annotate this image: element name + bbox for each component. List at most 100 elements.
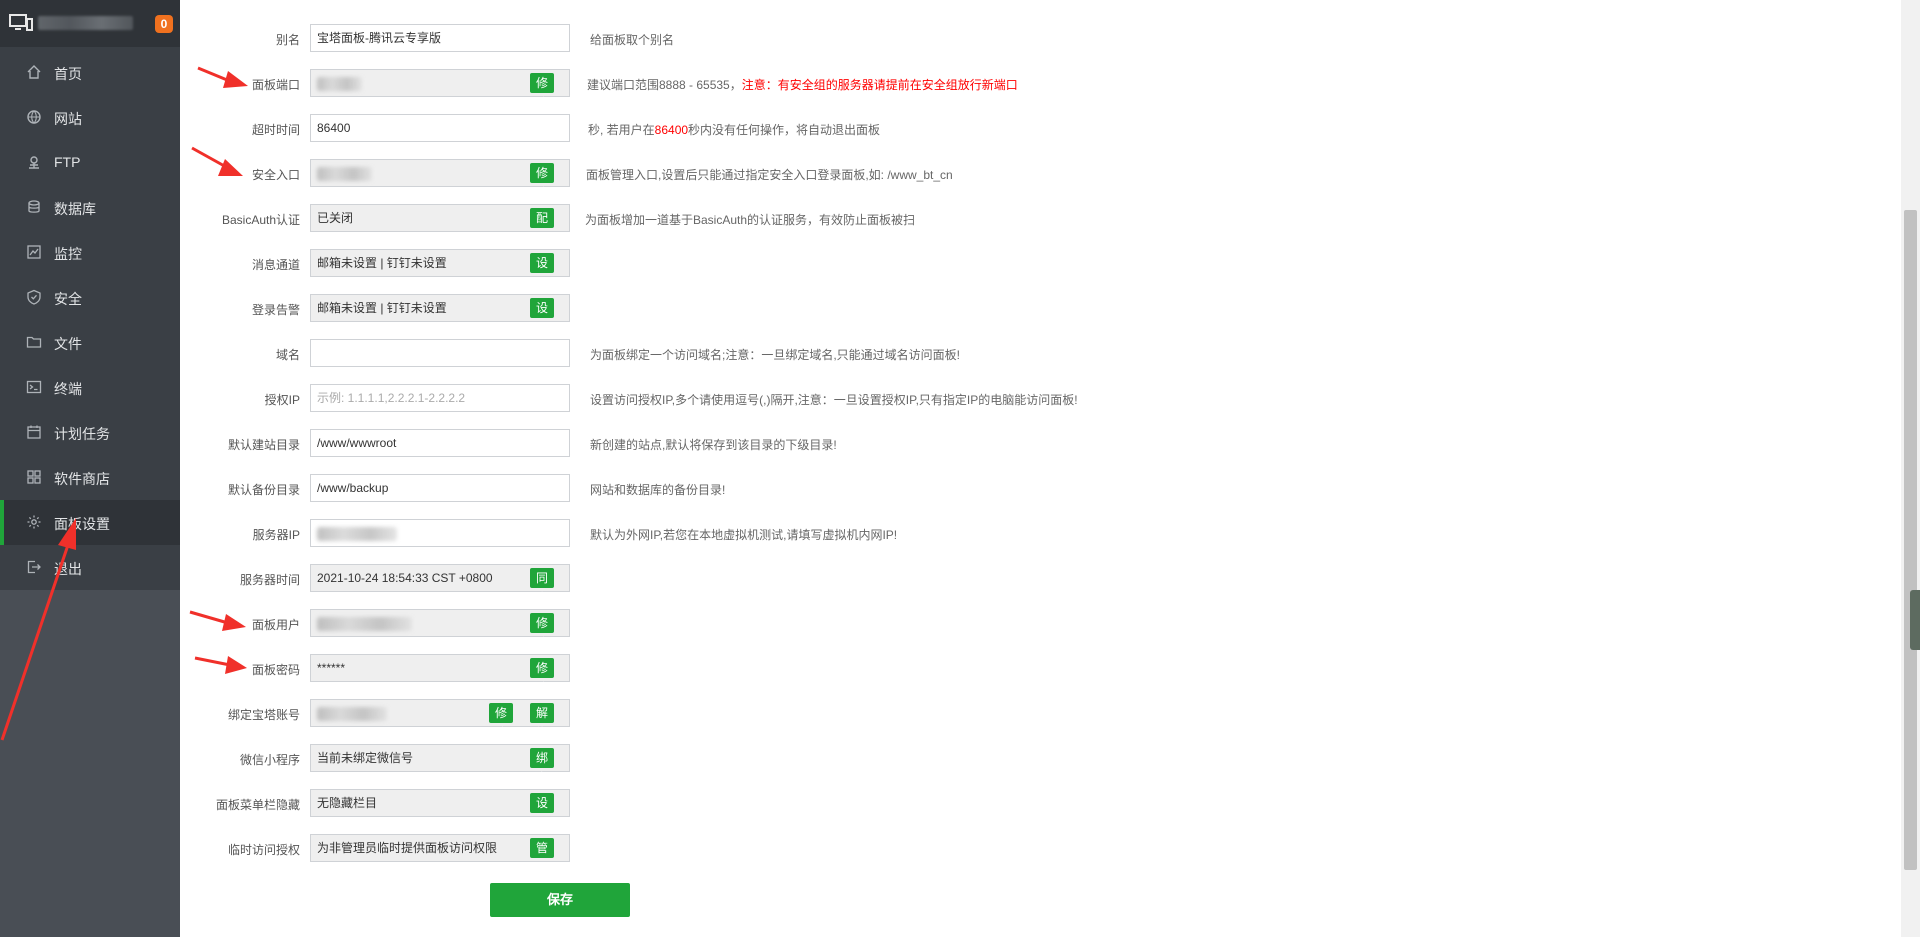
sidebar-header: 0 <box>0 0 180 47</box>
backup-dir-input[interactable]: /www/backup <box>310 474 570 502</box>
nav-label: FTP <box>54 154 81 170</box>
message-set-button[interactable]: 设置 <box>530 253 555 290</box>
desc-port-warning: 注意：有安全组的服务器请提前在安全组放行新端口 <box>741 78 1018 92</box>
logout-icon <box>26 559 44 577</box>
notification-badge[interactable]: 0 <box>155 15 173 33</box>
nav-app-store[interactable]: 软件商店 <box>0 455 180 500</box>
nav-files[interactable]: 文件 <box>0 320 180 365</box>
terminal-icon <box>26 379 44 397</box>
label-timeout: 超时时间 <box>251 123 300 137</box>
label-entry: 安全入口 <box>251 168 300 182</box>
vertical-scrollbar[interactable] <box>1901 0 1920 937</box>
apps-icon <box>26 469 44 487</box>
floating-side-widget[interactable] <box>1910 590 1920 650</box>
desc-timeout-num: 86400 <box>654 123 689 137</box>
desc-auth-ip: 设置访问授权IP,多个请使用逗号(,)隔开,注意：一旦设置授权IP,只有指定IP… <box>590 393 1078 407</box>
nav-label: 退出 <box>54 561 82 577</box>
port-edit-button[interactable]: 修改 <box>530 73 555 110</box>
wechat-bind-button[interactable]: 绑定 <box>530 748 555 785</box>
panel-pass-edit-button[interactable]: 修改 <box>530 658 555 695</box>
monitor-logo-icon <box>9 14 33 31</box>
nav-label: 计划任务 <box>54 426 110 442</box>
nav-terminal[interactable]: 终端 <box>0 365 180 410</box>
nav-label: 首页 <box>54 66 82 82</box>
home-icon <box>26 64 44 82</box>
login-alert-set-button[interactable]: 设置 <box>530 298 555 335</box>
label-auth-ip: 授权IP <box>264 393 300 407</box>
desc-basicauth: 为面板增加一道基于BasicAuth的认证服务，有效防止面板被扫 <box>585 213 916 227</box>
label-login-alert: 登录告警 <box>251 303 300 317</box>
save-button[interactable]: 保存 <box>490 883 630 917</box>
auth-ip-input[interactable]: 示例: 1.1.1.1,2.2.2.1-2.2.2.2 <box>310 384 570 412</box>
label-server-time: 服务器时间 <box>239 573 300 587</box>
label-backup-dir: 默认备份目录 <box>227 483 300 497</box>
desc-port-text: 建议端口范围8888 - 65535， <box>587 78 742 92</box>
nav-label: 数据库 <box>54 201 96 217</box>
panel-settings-form: 别名 宝塔面板-腾讯云专享版 给面板取个别名 面板端口 修改 建议端口范围888… <box>180 0 1920 937</box>
temp-access-manage-button[interactable]: 管理 <box>530 838 555 875</box>
nav-label: 终端 <box>54 381 82 397</box>
desc-site-dir: 新创建的站点,默认将保存到该目录的下级目录! <box>590 438 837 452</box>
entry-edit-button[interactable]: 修改 <box>530 163 555 200</box>
timeout-input[interactable]: 86400 <box>310 114 570 142</box>
nav-label: 监控 <box>54 246 82 262</box>
nav-label: 软件商店 <box>54 471 110 487</box>
label-port: 面板端口 <box>251 78 300 92</box>
bt-account-unbind-button[interactable]: 解绑 <box>530 703 555 740</box>
nav-logout[interactable]: 退出 <box>0 545 180 590</box>
desc-alias: 给面板取个别名 <box>590 33 675 47</box>
alias-input[interactable]: 宝塔面板-腾讯云专享版 <box>310 24 570 52</box>
label-message: 消息通道 <box>251 258 300 272</box>
nav-label: 文件 <box>54 336 82 352</box>
desc-timeout: 秒, 若用户在86400秒内没有任何操作，将自动退出面板 <box>588 121 880 138</box>
nav-cron[interactable]: 计划任务 <box>0 410 180 455</box>
server-ip-redacted <box>317 526 397 541</box>
bt-account-edit-button[interactable]: 修改 <box>489 703 514 740</box>
menu-hide-set-button[interactable]: 设置 <box>530 793 555 830</box>
nav-monitor[interactable]: 监控 <box>0 230 180 275</box>
basicauth-config-button[interactable]: 配置 <box>530 208 555 245</box>
calendar-icon <box>26 424 44 442</box>
scrollbar-thumb[interactable] <box>1904 210 1917 870</box>
desc-backup-dir: 网站和数据库的备份目录! <box>590 483 726 497</box>
server-ip-input[interactable] <box>310 519 570 547</box>
nav-database[interactable]: 数据库 <box>0 185 180 230</box>
nav-label: 面板设置 <box>54 516 110 532</box>
desc-entry: 面板管理入口,设置后只能通过指定安全入口登录面板,如: /www_bt_cn <box>586 168 953 182</box>
server-time-sync-button[interactable]: 同步 <box>530 568 555 605</box>
ftp-icon <box>26 154 44 172</box>
gear-icon <box>26 514 44 532</box>
domain-input[interactable] <box>310 339 570 367</box>
label-site-dir: 默认建站目录 <box>227 438 300 452</box>
monitor-icon <box>26 244 44 262</box>
nav-label: 网站 <box>54 111 82 127</box>
label-alias: 别名 <box>275 33 300 47</box>
nav-label: 安全 <box>54 291 82 307</box>
folder-icon <box>26 334 44 352</box>
nav-ftp[interactable]: FTP <box>0 140 180 185</box>
label-panel-pass: 面板密码 <box>251 663 300 677</box>
desc-server-ip: 默认为外网IP,若您在本地虚拟机测试,请填写虚拟机内网IP! <box>590 528 898 542</box>
desc-port: 建议端口范围8888 - 65535，注意：有安全组的服务器请提前在安全组放行新… <box>587 76 1018 93</box>
label-panel-user: 面板用户 <box>251 618 300 632</box>
bt-account-redacted <box>317 706 387 721</box>
nav-home[interactable]: 首页 <box>0 50 180 95</box>
label-domain: 域名 <box>275 348 300 362</box>
label-server-ip: 服务器IP <box>252 528 300 542</box>
panel-user-edit-button[interactable]: 修改 <box>530 613 555 650</box>
port-redacted <box>317 76 362 91</box>
label-basicauth: BasicAuth认证 <box>221 213 300 227</box>
shield-icon <box>26 289 44 307</box>
desc-domain: 为面板绑定一个访问域名;注意：一旦绑定域名,只能通过域名访问面板! <box>590 348 961 362</box>
sidebar: 0 首页 网站 FTP 数据库 监控 安全 文件 终端 计划任务 软件商店 面板… <box>0 0 180 937</box>
site-dir-input[interactable]: /www/wwwroot <box>310 429 570 457</box>
sidebar-empty-area <box>0 590 180 937</box>
database-icon <box>26 199 44 217</box>
label-wechat: 微信小程序 <box>239 753 300 767</box>
label-bt-account: 绑定宝塔账号 <box>227 708 300 722</box>
nav-security[interactable]: 安全 <box>0 275 180 320</box>
nav-website[interactable]: 网站 <box>0 95 180 140</box>
nav-panel-settings[interactable]: 面板设置 <box>0 500 180 545</box>
server-name-redacted <box>38 16 133 30</box>
panel-user-redacted <box>317 616 412 631</box>
